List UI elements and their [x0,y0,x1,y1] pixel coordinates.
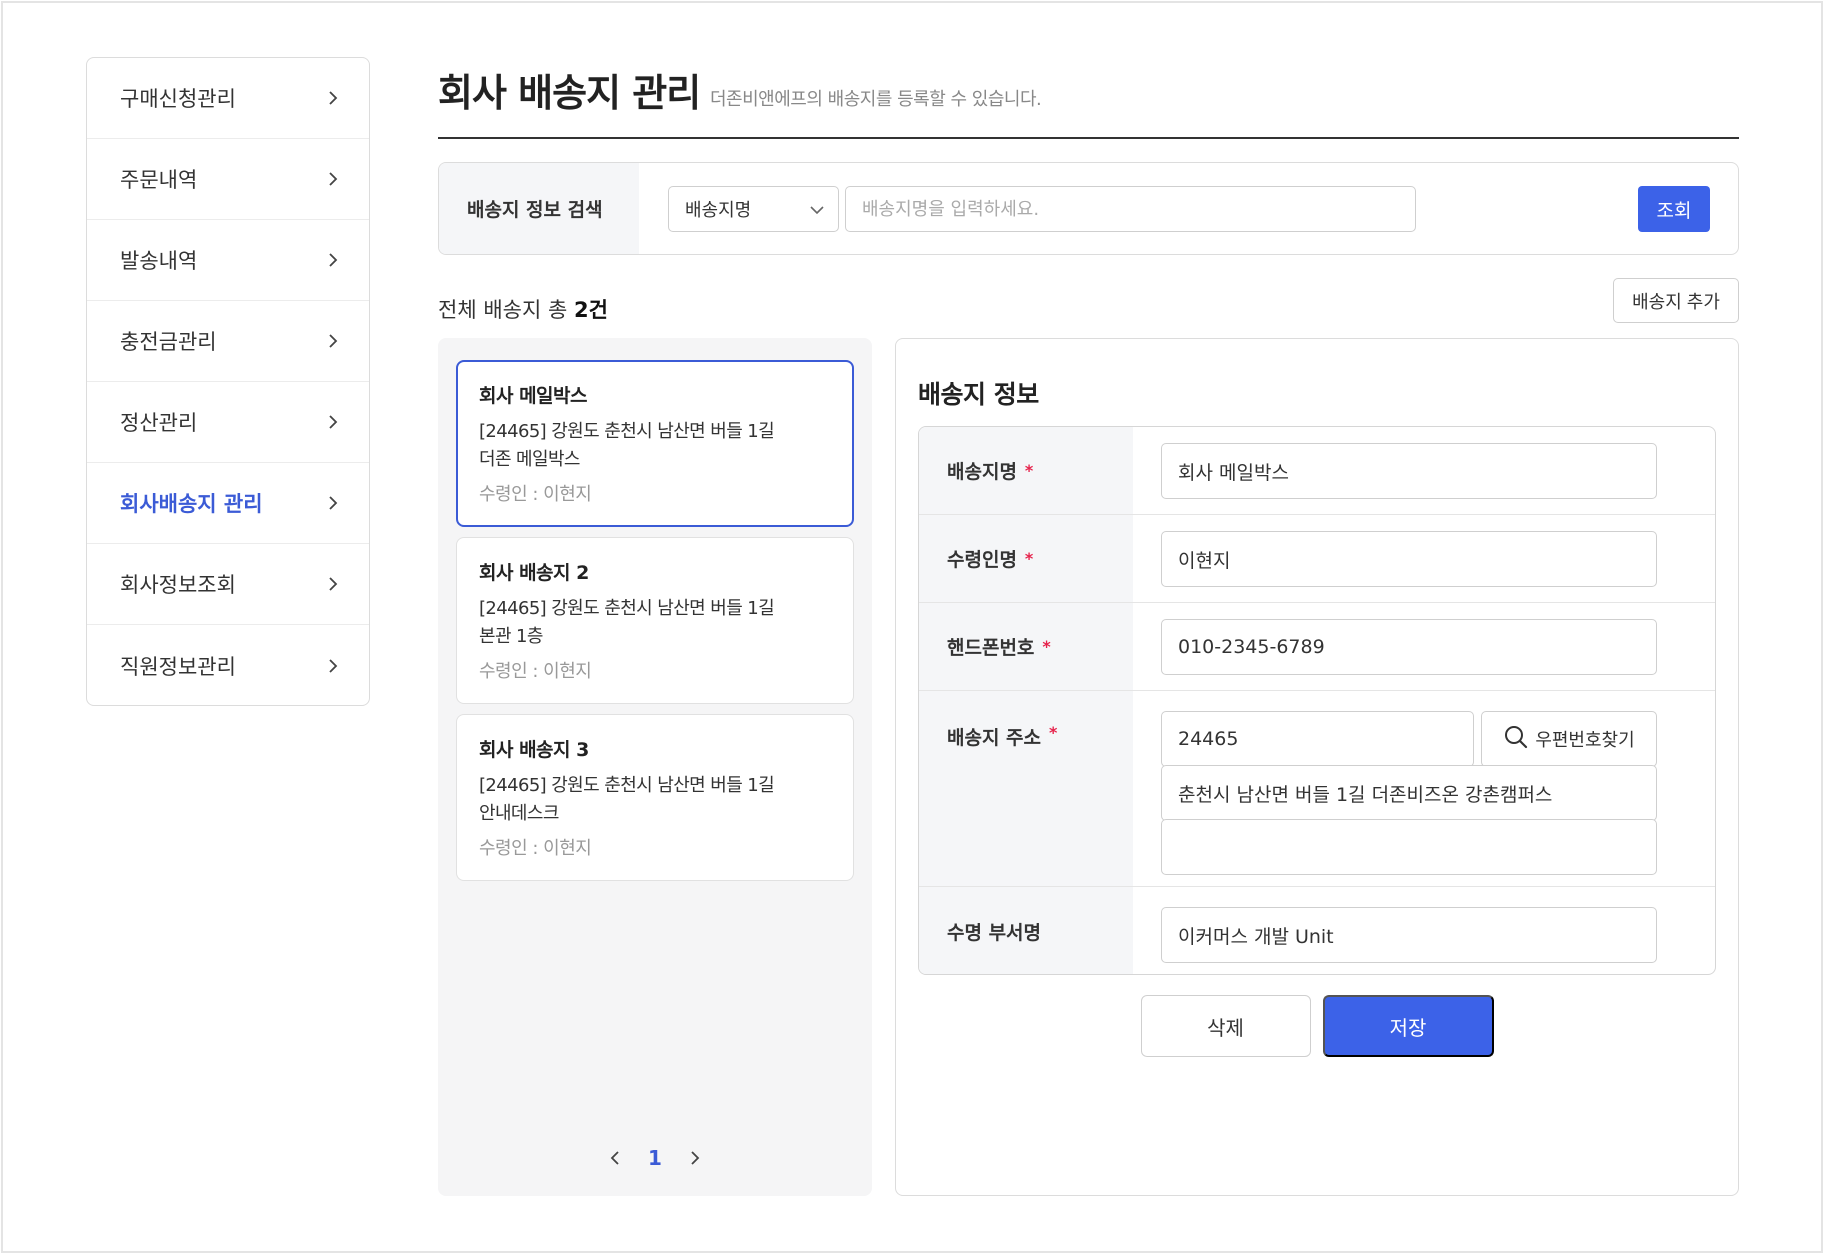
sidebar-nav: 구매신청관리 주문내역 발송내역 충전금관리 정산관리 회사배송지 관리 회사정… [86,57,370,706]
required-mark: * [1049,723,1058,742]
form-row-department: 수명 부서명 [919,887,1715,974]
chevron-right-icon [325,576,341,592]
chevron-right-icon [325,658,341,674]
address-list-panel: 회사 메일박스 [24465] 강원도 춘천시 남산면 버들 1길 더존 메일박… [438,338,872,1196]
field-label: 수령인명 * [919,515,1133,602]
sidebar-item-label: 직원정보관리 [120,654,236,679]
page-title: 회사 배송지 관리 [438,71,701,115]
sidebar-item-label: 회사정보조회 [120,573,236,597]
chevron-right-icon [325,90,341,106]
delete-button[interactable]: 삭제 [1140,995,1311,1057]
search-input[interactable] [845,186,1416,232]
sidebar-item-orders[interactable]: 주문내역 [87,139,369,220]
label-text: 배송지 주소 [947,727,1042,749]
sidebar-item-purchase-request[interactable]: 구매신청관리 [87,58,369,139]
card-address-line2: 안내데스크 [479,803,559,824]
receiver-name-input[interactable] [1161,531,1657,587]
add-address-button[interactable]: 배송지 추가 [1613,278,1739,323]
label-text: 핸드폰번호 [947,637,1035,659]
required-mark: * [1042,637,1051,656]
search-icon [1503,724,1529,755]
card-address-line2: 더존 메일박스 [479,449,580,470]
chevron-down-icon [810,199,824,220]
sidebar-item-label: 구매신청관리 [120,87,236,111]
search-type-value: 배송지명 [685,200,752,221]
chevron-right-icon [325,171,341,187]
sidebar-item-label: 주문내역 [120,168,198,192]
card-receiver: 수령인 : 이현지 [479,661,592,682]
address-detail-panel: 배송지 정보 배송지명 * 수령인명 * 핸드폰번호 * 배송지 주소 * 우편번호찾기… [895,338,1739,1196]
count-value: 2건 [573,298,608,322]
field-label: 핸드폰번호 * [919,603,1133,690]
required-mark: * [1024,461,1034,480]
save-button[interactable]: 저장 [1322,995,1494,1057]
address-line1-input[interactable] [1161,765,1657,821]
card-address-line1: [24465] 강원도 춘천시 남산면 버들 1길 [479,775,775,796]
search-type-select[interactable]: 배송지명 [668,186,839,232]
zipcode-search-label: 우편번호찾기 [1535,730,1635,751]
chevron-right-icon [325,333,341,349]
card-receiver: 수령인 : 이현지 [479,838,592,859]
sidebar-item-employees[interactable]: 직원정보관리 [87,625,369,705]
zipcode-search-button[interactable]: 우편번호찾기 [1481,711,1657,767]
card-address-line2: 본관 1층 [479,626,543,647]
sidebar-item-credit[interactable]: 충전금관리 [87,301,369,382]
card-name: 회사 메일박스 [479,385,588,407]
title-divider [438,137,1739,139]
chevron-right-icon[interactable] [686,1149,704,1167]
required-mark: * [1024,549,1034,568]
page-subtitle: 더존비앤에프의 배송지를 등록할 수 있습니다. [710,89,1042,110]
label-text: 수명 부서명 [947,921,1042,944]
card-receiver: 수령인 : 이현지 [479,484,592,505]
form-actions: 삭제 저장 [896,995,1738,1057]
chevron-right-icon [325,252,341,268]
field-label: 배송지 주소 * [919,691,1133,886]
card-address-line1: [24465] 강원도 춘천시 남산면 버들 1길 [479,598,775,619]
label-text: 배송지명 [947,461,1017,483]
sidebar-item-company-info[interactable]: 회사정보조회 [87,544,369,625]
sidebar-item-shipments[interactable]: 발송내역 [87,220,369,301]
form-row-receiver: 수령인명 * [919,515,1715,603]
address-count: 전체 배송지 총 2건 [438,294,608,324]
field-label: 배송지명 * [919,427,1133,514]
address-name-input[interactable] [1161,443,1657,499]
address-card[interactable]: 회사 배송지 2 [24465] 강원도 춘천시 남산면 버들 1길 본관 1층… [456,537,854,704]
chevron-right-icon [325,414,341,430]
search-button[interactable]: 조회 [1638,186,1710,232]
field-label: 수명 부서명 [919,887,1133,974]
sidebar-item-settlement[interactable]: 정산관리 [87,382,369,463]
sidebar-item-label: 발송내역 [120,249,198,273]
search-label: 배송지 정보 검색 [439,163,639,254]
zipcode-input[interactable] [1161,711,1474,767]
address-form: 배송지명 * 수령인명 * 핸드폰번호 * 배송지 주소 * 우편번호찾기 수명 부서명 [918,426,1716,975]
sidebar-item-company-address[interactable]: 회사배송지 관리 [87,463,369,544]
chevron-left-icon[interactable] [606,1149,624,1167]
address-line2-input[interactable] [1161,819,1657,875]
form-row-phone: 핸드폰번호 * [919,603,1715,691]
phone-input[interactable] [1161,619,1657,675]
count-prefix: 전체 배송지 총 [438,298,574,322]
form-row-address: 배송지 주소 * 우편번호찾기 [919,691,1715,887]
label-text: 수령인명 [947,549,1017,571]
sidebar-item-label: 회사배송지 관리 [120,492,263,516]
search-panel: 배송지 정보 검색 배송지명 조회 [438,162,1739,255]
address-card[interactable]: 회사 메일박스 [24465] 강원도 춘천시 남산면 버들 1길 더존 메일박… [456,360,854,527]
chevron-right-icon [325,495,341,511]
department-input[interactable] [1161,907,1657,963]
card-address-line1: [24465] 강원도 춘천시 남산면 버들 1길 [479,421,775,442]
form-row-name: 배송지명 * [919,427,1715,515]
card-name: 회사 배송지 2 [479,562,589,584]
sidebar-item-label: 정산관리 [120,411,198,435]
sidebar-item-label: 충전금관리 [120,330,217,354]
detail-title: 배송지 정보 [918,380,1039,409]
card-name: 회사 배송지 3 [479,739,589,761]
page-number[interactable]: 1 [648,1146,662,1170]
address-card[interactable]: 회사 배송지 3 [24465] 강원도 춘천시 남산면 버들 1길 안내데스크… [456,714,854,881]
pagination: 1 [438,1146,872,1170]
